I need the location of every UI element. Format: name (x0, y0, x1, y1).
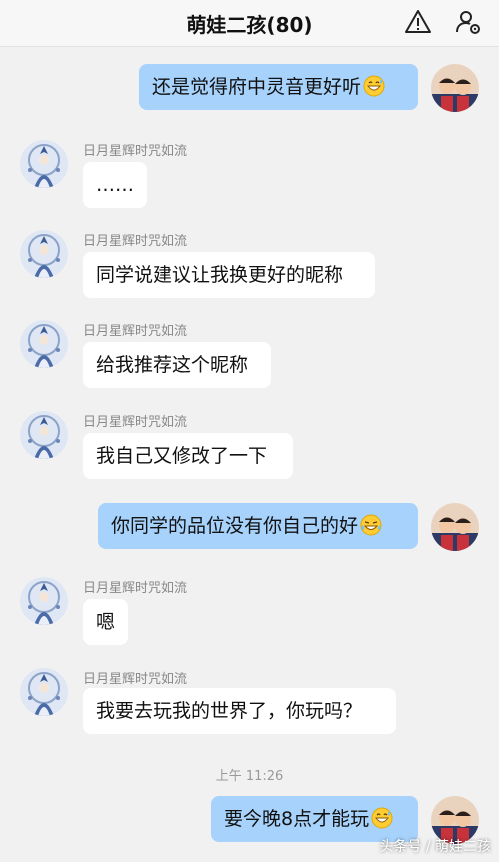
group-settings-icon[interactable] (454, 8, 482, 36)
message-bubble[interactable]: 还是觉得府中灵音更好听 (139, 64, 418, 110)
message-bubble[interactable]: 我要去玩我的世界了，你玩吗？ (83, 688, 396, 734)
sender-name: 日月星辉时咒如流 (83, 324, 188, 339)
message-bubble[interactable]: 嗯 (83, 599, 128, 645)
chat-header: 萌娃二孩(80) (0, 0, 499, 47)
contact-avatar[interactable] (20, 140, 68, 188)
message-text: 我要去玩我的世界了，你玩吗？ (96, 700, 363, 722)
contact-avatar[interactable] (20, 668, 68, 716)
sender-name: 日月星辉时咒如流 (83, 415, 188, 430)
timestamp: 上午 11:26 (215, 769, 284, 784)
contact-avatar[interactable] (20, 230, 68, 278)
message-text: 同学说建议让我换更好的昵称 (96, 264, 344, 286)
contact-avatar[interactable] (20, 411, 68, 459)
self-avatar[interactable] (431, 503, 479, 551)
message-text: 要今晚8点才能玩 (224, 808, 370, 830)
message-bubble[interactable]: 你同学的品位没有你自己的好 (98, 503, 418, 549)
message-bubble[interactable]: 给我推荐这个昵称 (83, 342, 271, 388)
message-text: 给我推荐这个昵称 (96, 354, 249, 376)
grin-sweat-emoji-icon (371, 807, 393, 829)
self-avatar[interactable] (431, 64, 479, 112)
tear-laugh-emoji-icon (360, 514, 382, 536)
message-text: …… (96, 174, 134, 196)
message-text: 嗯 (96, 611, 116, 633)
contact-avatar[interactable] (20, 320, 68, 368)
sender-name: 日月星辉时咒如流 (83, 234, 188, 249)
grin-sweat-emoji-icon (363, 75, 385, 97)
message-bubble[interactable]: 同学说建议让我换更好的昵称 (83, 252, 375, 298)
contact-avatar[interactable] (20, 577, 68, 625)
message-text: 你同学的品位没有你自己的好 (111, 515, 359, 537)
sender-name: 日月星辉时咒如流 (83, 144, 188, 159)
message-bubble[interactable]: …… (83, 162, 147, 208)
warning-triangle-icon[interactable] (404, 8, 432, 36)
sender-name: 日月星辉时咒如流 (83, 672, 188, 687)
watermark: 头条号 / 萌娃二孩 (379, 839, 491, 855)
message-text: 还是觉得府中灵音更好听 (152, 76, 362, 98)
message-bubble[interactable]: 我自己又修改了一下 (83, 433, 293, 479)
sender-name: 日月星辉时咒如流 (83, 581, 188, 596)
message-text: 我自己又修改了一下 (96, 445, 268, 467)
